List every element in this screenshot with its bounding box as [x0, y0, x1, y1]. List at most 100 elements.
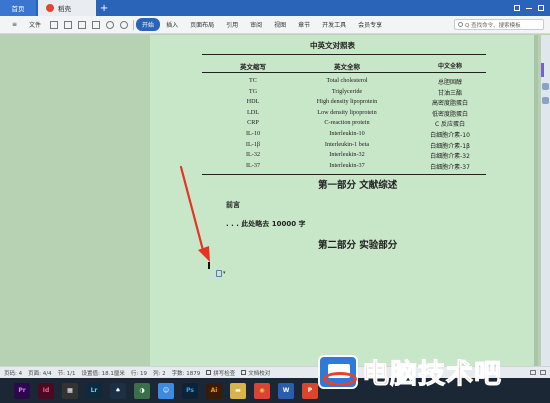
save-icon[interactable]: [50, 20, 59, 29]
redo-icon[interactable]: [120, 20, 129, 29]
plus-icon: +: [99, 2, 109, 14]
taskbar-wps-writer-icon[interactable]: W: [278, 382, 294, 399]
table-top-rule: [202, 54, 486, 55]
command-search-input[interactable]: Q 查找命令、搜索模板: [454, 19, 544, 30]
orbit-ring: [323, 371, 357, 386]
paste-dropdown: ▾: [223, 270, 226, 276]
taskbar-premiere-icon[interactable]: Pr: [14, 382, 30, 399]
menu-hamburger-icon[interactable]: ≡: [6, 21, 23, 28]
search-icon: [458, 22, 463, 27]
minimize-icon[interactable]: [526, 7, 532, 9]
table-cell-full: Interleukin-1 beta: [324, 140, 370, 148]
menu-item-page-layout[interactable]: 页面布局: [184, 20, 220, 29]
rail-accent-marker: [541, 63, 544, 77]
status-words[interactable]: 字数: 1879: [172, 369, 201, 377]
taskbar-qq-icon[interactable]: ♠: [110, 382, 126, 399]
maximize-icon[interactable]: [538, 5, 544, 11]
tab-document[interactable]: 稻壳: [38, 0, 96, 16]
rail-format-icon[interactable]: [542, 97, 549, 104]
status-row: 行: 19: [130, 370, 147, 377]
menu-item-developer[interactable]: 开发工具: [316, 20, 352, 29]
right-side-panel: [541, 35, 550, 366]
taskbar-chrome-icon[interactable]: ◉: [254, 382, 270, 399]
export-icon[interactable]: [64, 20, 73, 29]
print-icon[interactable]: [78, 20, 87, 29]
table-cell-cn: 白细胞介素-10: [430, 132, 470, 139]
taskbar-photoshop-icon[interactable]: Ps: [182, 382, 198, 399]
clipboard-icon: [216, 269, 222, 277]
paste-options[interactable]: ▾: [216, 269, 226, 277]
doc-check-label: 文档校对: [248, 370, 271, 377]
table-cell-abbr: IL-10: [245, 130, 261, 137]
window-controls: [514, 0, 550, 16]
view-mode-icon[interactable]: [530, 370, 536, 375]
table-cell-abbr: IL-32: [245, 151, 261, 159]
menu-item-review[interactable]: 审阅: [244, 20, 268, 29]
spellcheck-button[interactable]: 拼写检查: [206, 369, 235, 377]
taskbar-finder-icon[interactable]: ☺: [158, 382, 174, 399]
doc-check-icon: [241, 370, 247, 375]
search-placeholder: Q 查找命令、搜索模板: [465, 22, 521, 29]
table-cell-cn: C 反应蛋白: [434, 121, 466, 129]
table-cell-abbr: TC: [249, 77, 257, 84]
file-menu[interactable]: 文件: [23, 20, 47, 29]
doc-check-button[interactable]: 文档校对: [241, 369, 270, 377]
page-shadow: [534, 35, 538, 366]
status-section: 节: 1/1: [57, 370, 76, 377]
table-cell-full: Interleukin-37: [329, 161, 365, 169]
site-watermark: 电脑技术吧: [318, 352, 502, 391]
menu-item-references[interactable]: 引用: [220, 20, 244, 29]
zoom-out-icon[interactable]: [540, 370, 546, 375]
table-cell-cn: 甘油三酯: [437, 89, 462, 97]
spellcheck-label: 拼写检查: [213, 370, 236, 377]
menu-item-view[interactable]: 视图: [268, 20, 292, 29]
status-pages[interactable]: 页面: 4/4: [28, 369, 51, 377]
table-cell-cn: 白细胞介素-32: [430, 153, 470, 161]
header-cn: 中文全称: [437, 63, 462, 70]
taskbar-indesign-icon[interactable]: Id: [38, 382, 54, 399]
table-cell-full: High density lipoprotein: [316, 98, 378, 106]
menu-item-start[interactable]: 开始: [136, 18, 161, 31]
table-cell-abbr: IL-37: [245, 161, 261, 169]
undo-icon[interactable]: [106, 20, 115, 29]
print-preview-icon[interactable]: [92, 20, 101, 29]
menu-item-insert[interactable]: 插入: [160, 20, 184, 29]
table-cell-full: C-reaction protein: [324, 119, 370, 127]
text-cursor: [208, 262, 210, 269]
taskbar-illustrator-icon[interactable]: Ai: [206, 382, 222, 399]
view-mode-controls: [530, 370, 550, 375]
rail-tool-icon[interactable]: [542, 83, 549, 90]
table-cell-cn: 总胆固醇: [437, 79, 462, 86]
taskbar-media-player-icon[interactable]: ▦: [62, 382, 78, 399]
status-page-num: 页码: 4: [4, 370, 23, 377]
omitted-text: . . . 此处略去 10000 字: [226, 220, 306, 228]
menu-item-chapter[interactable]: 章节: [292, 20, 316, 29]
taskbar-folder-icon[interactable]: ▬: [230, 382, 246, 399]
heading-part-two: 第二部分 实验部分: [318, 240, 398, 251]
taskbar-wps-ppt-icon[interactable]: P: [302, 382, 318, 399]
new-tab-button[interactable]: +: [96, 0, 112, 16]
tab-home[interactable]: 首页: [0, 0, 36, 16]
tab-document-label: 稻壳: [58, 5, 71, 13]
wps-logo-icon: [46, 4, 54, 12]
table-cell-full: Triglyceride: [331, 87, 363, 95]
heading-part-one: 第一部分 文献综述: [318, 180, 398, 191]
table-cell-abbr: IL-1β: [245, 140, 261, 148]
restore-icon[interactable]: [514, 5, 520, 11]
window-tab-bar: 首页 稻壳 +: [0, 0, 550, 16]
preface-heading: 前言: [226, 201, 240, 209]
status-col: 列: 2: [152, 370, 166, 377]
header-abbr: 英文缩写: [240, 63, 266, 71]
menu-separator: [133, 19, 135, 30]
watermark-logo-icon: [318, 354, 358, 389]
taskbar-chat-icon[interactable]: ◑: [134, 382, 150, 399]
taskbar-lightroom-icon[interactable]: Lr: [86, 382, 102, 399]
table-cell-abbr: LDL: [246, 108, 260, 116]
header-full: 英文全称: [334, 63, 360, 71]
table-cell-full: Low density lipoprotein: [317, 108, 377, 116]
table-cell-cn: 白细胞介素-37: [430, 163, 470, 171]
tab-home-label: 首页: [11, 5, 25, 13]
table-cell-abbr: TG: [248, 87, 258, 95]
table-title: 中英文对照表: [310, 41, 355, 50]
menu-item-member[interactable]: 会员专享: [352, 20, 388, 29]
